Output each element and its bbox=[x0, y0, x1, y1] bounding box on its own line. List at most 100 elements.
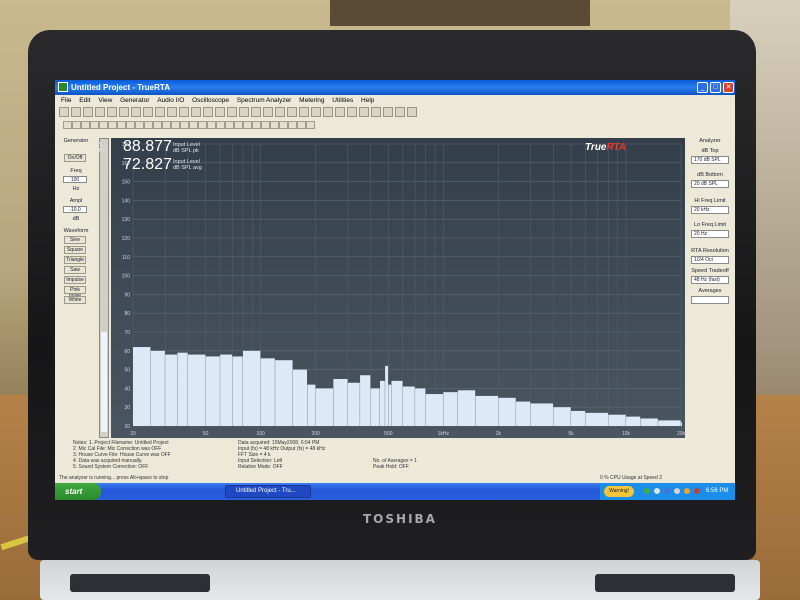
toolbar-secondary-button[interactable] bbox=[261, 121, 270, 129]
toolbar-button[interactable] bbox=[203, 107, 213, 117]
tray-icon-power[interactable] bbox=[684, 488, 690, 494]
menu-oscilloscope[interactable]: Oscilloscope bbox=[192, 97, 229, 104]
toolbar-button[interactable] bbox=[359, 107, 369, 117]
lo-freq-label: Lo Freq Limit bbox=[693, 222, 727, 228]
toolbar-button[interactable] bbox=[335, 107, 345, 117]
toolbar-secondary-button[interactable] bbox=[198, 121, 207, 129]
toolbar-secondary-button[interactable] bbox=[243, 121, 252, 129]
toolbar-button[interactable] bbox=[107, 107, 117, 117]
toolbar-secondary-button[interactable] bbox=[117, 121, 126, 129]
generator-on-off-button[interactable]: On/Off bbox=[64, 154, 86, 162]
toolbar-button[interactable] bbox=[179, 107, 189, 117]
toolbar-secondary-button[interactable] bbox=[171, 121, 180, 129]
toolbar-secondary-button[interactable] bbox=[234, 121, 243, 129]
wave-impulse-button[interactable]: Impulse bbox=[64, 276, 86, 284]
toolbar-secondary-button[interactable] bbox=[288, 121, 297, 129]
toolbar-button[interactable] bbox=[131, 107, 141, 117]
toolbar-button[interactable] bbox=[347, 107, 357, 117]
tray-icon-network[interactable] bbox=[644, 488, 650, 494]
ampl-field[interactable]: -10.0 bbox=[63, 206, 87, 213]
spectrum-bar bbox=[260, 358, 275, 426]
toolbar-secondary-button[interactable] bbox=[135, 121, 144, 129]
toolbar-secondary-button[interactable] bbox=[144, 121, 153, 129]
menu-generator[interactable]: Generator bbox=[120, 97, 149, 104]
toolbar-button[interactable] bbox=[323, 107, 333, 117]
toolbar-secondary-button[interactable] bbox=[270, 121, 279, 129]
menu-edit[interactable]: Edit bbox=[79, 97, 90, 104]
toolbar-button[interactable] bbox=[311, 107, 321, 117]
speed-tradeoff-select[interactable]: 48 Hz (fast) bbox=[691, 276, 729, 284]
toolbar-secondary-button[interactable] bbox=[297, 121, 306, 129]
minimize-button[interactable]: _ bbox=[697, 82, 708, 93]
toolbar-button[interactable] bbox=[239, 107, 249, 117]
toolbar-secondary-button[interactable] bbox=[225, 121, 234, 129]
toolbar-secondary-button[interactable] bbox=[252, 121, 261, 129]
toolbar-button[interactable] bbox=[227, 107, 237, 117]
toolbar-button[interactable] bbox=[407, 107, 417, 117]
toolbar-secondary-button[interactable] bbox=[189, 121, 198, 129]
hi-freq-field[interactable]: 20 kHz bbox=[691, 206, 729, 214]
toolbar-secondary-button[interactable] bbox=[279, 121, 288, 129]
tray-icon-bluetooth[interactable] bbox=[664, 488, 670, 494]
toolbar-secondary-button[interactable] bbox=[306, 121, 315, 129]
toolbar-button[interactable] bbox=[83, 107, 93, 117]
close-button[interactable]: ✕ bbox=[723, 82, 734, 93]
toolbar-button[interactable] bbox=[275, 107, 285, 117]
toolbar-secondary-button[interactable] bbox=[81, 121, 90, 129]
maximize-button[interactable]: □ bbox=[710, 82, 721, 93]
toolbar-secondary-button[interactable] bbox=[216, 121, 225, 129]
menu-audio-io[interactable]: Audio I/O bbox=[157, 97, 184, 104]
toolbar-secondary-button[interactable] bbox=[99, 121, 108, 129]
menu-view[interactable]: View bbox=[98, 97, 112, 104]
lo-freq-field[interactable]: 20 Hz bbox=[691, 230, 729, 238]
toolbar-button[interactable] bbox=[215, 107, 225, 117]
toolbar-secondary-button[interactable] bbox=[108, 121, 117, 129]
toolbar-button[interactable] bbox=[95, 107, 105, 117]
toolbar-button[interactable] bbox=[71, 107, 81, 117]
toolbar-button[interactable] bbox=[263, 107, 273, 117]
toolbar-secondary-button[interactable] bbox=[207, 121, 216, 129]
toolbar-button[interactable] bbox=[371, 107, 381, 117]
taskbar-app-button[interactable]: Untitled Project - Tru... bbox=[225, 485, 311, 498]
toolbar-secondary-button[interactable] bbox=[63, 121, 72, 129]
toolbar-button[interactable] bbox=[287, 107, 297, 117]
wave-sine-button[interactable]: Sine bbox=[64, 236, 86, 244]
freq-field[interactable]: 100 bbox=[63, 176, 87, 183]
tray-icon-security[interactable] bbox=[694, 488, 700, 494]
toolbar-button[interactable] bbox=[299, 107, 309, 117]
toolbar-button[interactable] bbox=[395, 107, 405, 117]
toolbar-button[interactable] bbox=[251, 107, 261, 117]
toolbar-button[interactable] bbox=[167, 107, 177, 117]
toolbar-button[interactable] bbox=[383, 107, 393, 117]
toolbar-secondary-button[interactable] bbox=[90, 121, 99, 129]
start-button[interactable]: start bbox=[55, 483, 101, 500]
toolbar-button[interactable] bbox=[155, 107, 165, 117]
menu-spectrum-analyzer[interactable]: Spectrum Analyzer bbox=[237, 97, 292, 104]
wave-white-button[interactable]: White bbox=[64, 296, 86, 304]
toolbar-secondary-button[interactable] bbox=[72, 121, 81, 129]
toolbar-secondary-button[interactable] bbox=[162, 121, 171, 129]
toolbar-button[interactable] bbox=[59, 107, 69, 117]
toolbar-secondary-button[interactable] bbox=[153, 121, 162, 129]
menu-help[interactable]: Help bbox=[361, 97, 374, 104]
rta-resolution-select[interactable]: 1/24 Oct bbox=[691, 256, 729, 264]
tray-icon-safely-remove[interactable] bbox=[674, 488, 680, 494]
db-top-field[interactable]: 170 dB SPL bbox=[691, 156, 729, 164]
menu-utilities[interactable]: Utilities bbox=[332, 97, 353, 104]
averages-field[interactable] bbox=[691, 296, 729, 304]
title-bar[interactable]: Untitled Project - TrueRTA bbox=[55, 80, 735, 95]
toolbar-button[interactable] bbox=[119, 107, 129, 117]
warning-balloon[interactable]: Warning! bbox=[604, 486, 634, 497]
wave-pink-noise-button[interactable]: Pink noise bbox=[64, 286, 86, 299]
tray-icon-volume[interactable] bbox=[654, 488, 660, 494]
toolbar-button[interactable] bbox=[191, 107, 201, 117]
wave-square-button[interactable]: Square bbox=[64, 246, 86, 254]
toolbar-secondary-button[interactable] bbox=[180, 121, 189, 129]
toolbar-secondary-button[interactable] bbox=[126, 121, 135, 129]
wave-triangle-button[interactable]: Triangle bbox=[64, 256, 86, 264]
db-bottom-field[interactable]: 20 dB SPL bbox=[691, 180, 729, 188]
menu-metering[interactable]: Metering bbox=[299, 97, 324, 104]
toolbar-button[interactable] bbox=[143, 107, 153, 117]
wave-saw-button[interactable]: Saw bbox=[64, 266, 86, 274]
menu-file[interactable]: File bbox=[61, 97, 71, 104]
